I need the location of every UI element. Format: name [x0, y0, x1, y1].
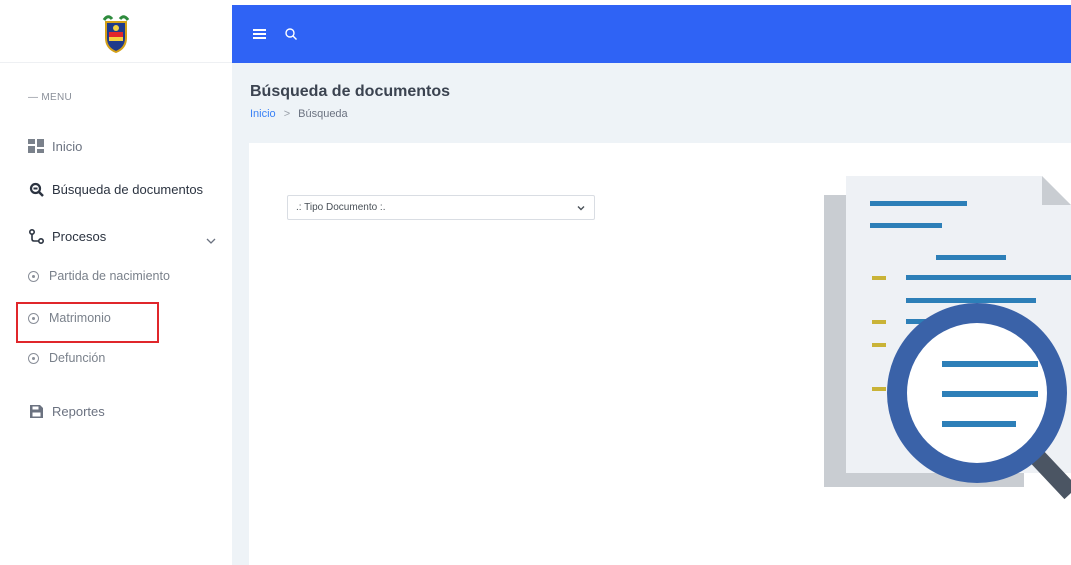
- page-title: Búsqueda de documentos: [250, 83, 451, 100]
- sidebar-item-reportes[interactable]: Reportes: [28, 403, 105, 419]
- search-icon[interactable]: [284, 27, 298, 41]
- breadcrumb-inicio-link[interactable]: Inicio: [250, 108, 276, 120]
- highlight-annotation: [16, 302, 159, 343]
- circle-bullet-icon: [28, 352, 39, 364]
- process-icon: [28, 228, 44, 244]
- chevron-down-icon[interactable]: [206, 236, 216, 246]
- dashboard-icon: [28, 138, 44, 154]
- circle-bullet-icon: [28, 270, 39, 282]
- sidebar: — MENU Inicio Búsqueda de documentos Pro…: [0, 5, 232, 565]
- sidebar-item-label: Reportes: [52, 403, 105, 419]
- document-search-illustration: [824, 176, 1071, 500]
- search-card: .: Tipo Documento :.: [249, 143, 1071, 565]
- sidebar-item-busqueda[interactable]: Búsqueda de documentos: [28, 181, 203, 197]
- breadcrumb: Inicio > Búsqueda: [250, 108, 348, 120]
- sidebar-item-partida-nacimiento[interactable]: Partida de nacimiento: [28, 269, 170, 283]
- sidebar-item-procesos[interactable]: Procesos: [28, 228, 106, 244]
- sidebar-item-label: Partida de nacimiento: [49, 269, 170, 283]
- tipo-documento-select[interactable]: .: Tipo Documento :.: [287, 195, 595, 220]
- sidebar-item-label: Inicio: [52, 138, 83, 154]
- main-content: Búsqueda de documentos Inicio > Búsqueda…: [232, 63, 1071, 565]
- top-navbar: [232, 5, 1071, 63]
- breadcrumb-current: Búsqueda: [298, 108, 348, 120]
- sidebar-item-inicio[interactable]: Inicio: [28, 138, 82, 154]
- sidebar-item-label: Defunción: [49, 351, 106, 365]
- sidebar-item-label: Procesos: [52, 228, 107, 244]
- sidebar-item-defuncion[interactable]: Defunción: [28, 351, 105, 365]
- breadcrumb-separator-icon: >: [283, 108, 291, 120]
- chevron-down-icon: [577, 206, 585, 211]
- search-document-icon: [28, 181, 44, 197]
- sidebar-item-label: Búsqueda de documentos: [52, 181, 204, 197]
- logo-area: [0, 5, 232, 63]
- coat-of-arms-logo[interactable]: [102, 14, 130, 54]
- hamburger-menu-icon[interactable]: [253, 29, 266, 39]
- report-icon: [28, 403, 44, 419]
- select-value: .: Tipo Documento :.: [296, 202, 386, 213]
- menu-title: — MENU: [28, 92, 73, 103]
